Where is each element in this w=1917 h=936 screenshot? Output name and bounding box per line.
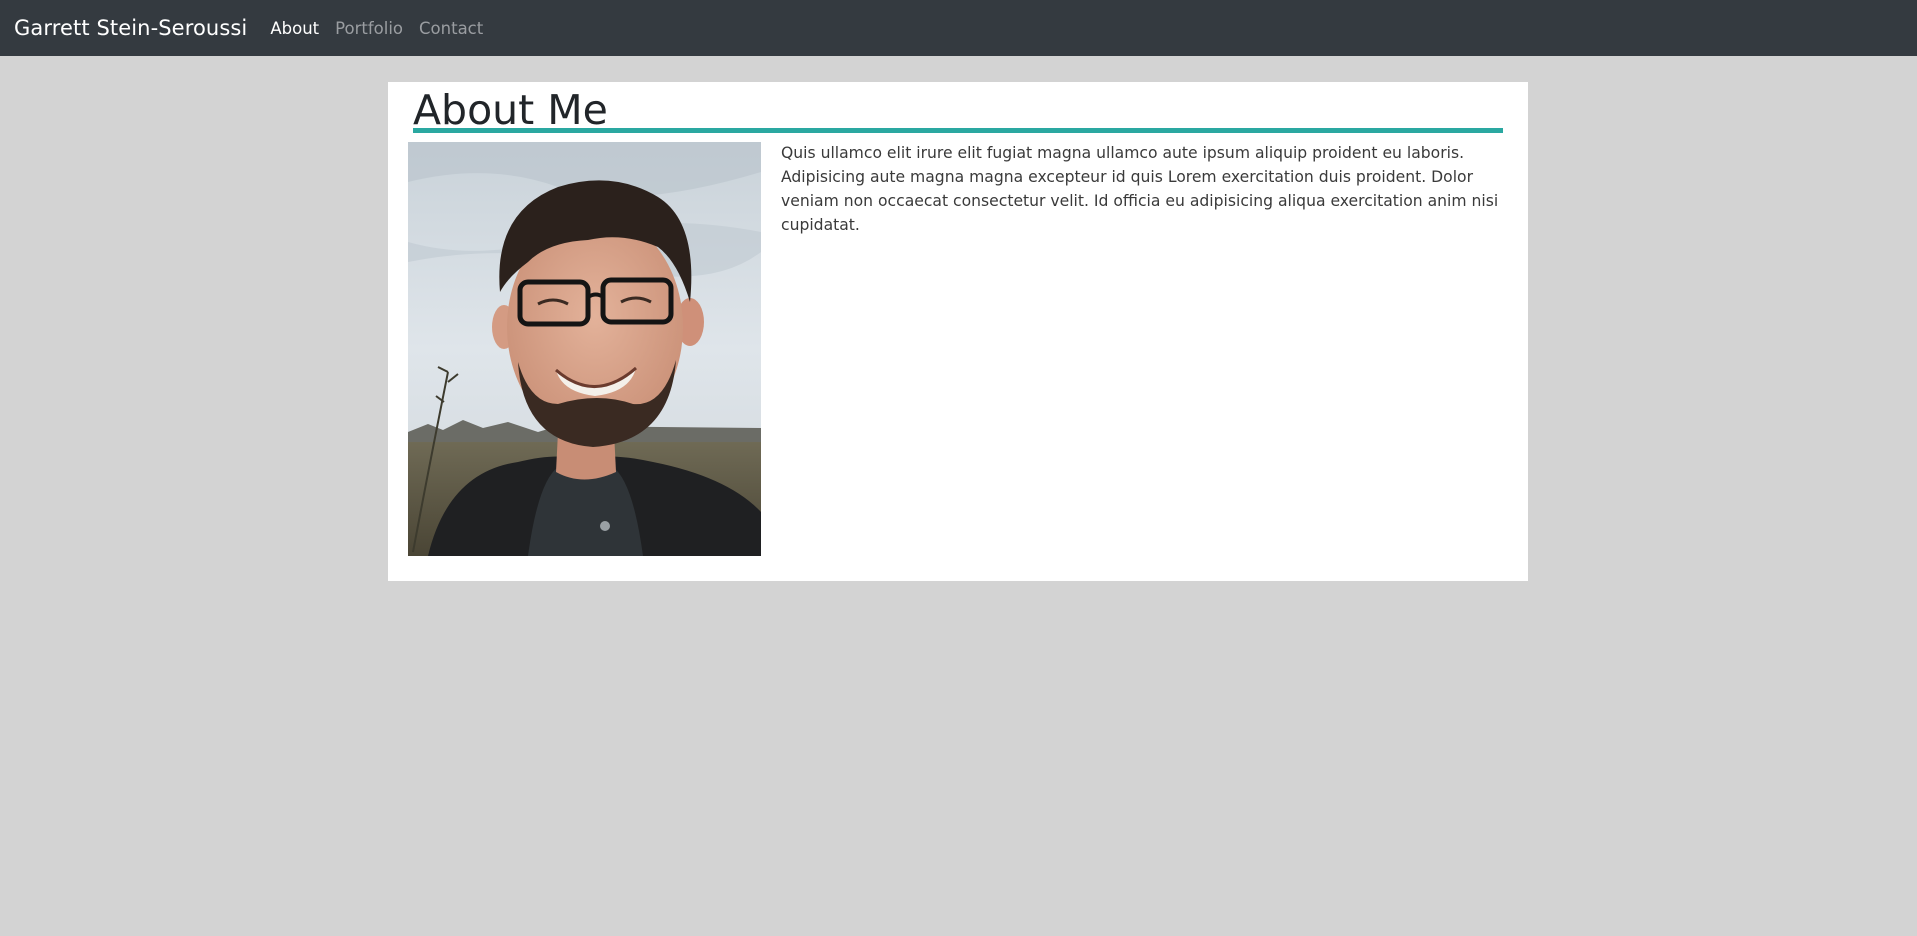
nav-link-portfolio[interactable]: Portfolio — [335, 19, 403, 38]
nav-link-about[interactable]: About — [270, 19, 319, 38]
about-card: About Me Quis ullamco elit irure elit fu… — [388, 82, 1528, 581]
navbar-brand[interactable]: Garrett Stein-Seroussi — [14, 16, 247, 40]
profile-photo — [408, 142, 761, 556]
title-underline — [413, 128, 1503, 133]
bio-text: Quis ullamco elit irure elit fugiat magn… — [781, 144, 1499, 234]
top-navbar: Garrett Stein-Seroussi About Portfolio C… — [0, 0, 1917, 56]
page-title: About Me — [413, 86, 608, 134]
nav-link-contact[interactable]: Contact — [419, 19, 483, 38]
